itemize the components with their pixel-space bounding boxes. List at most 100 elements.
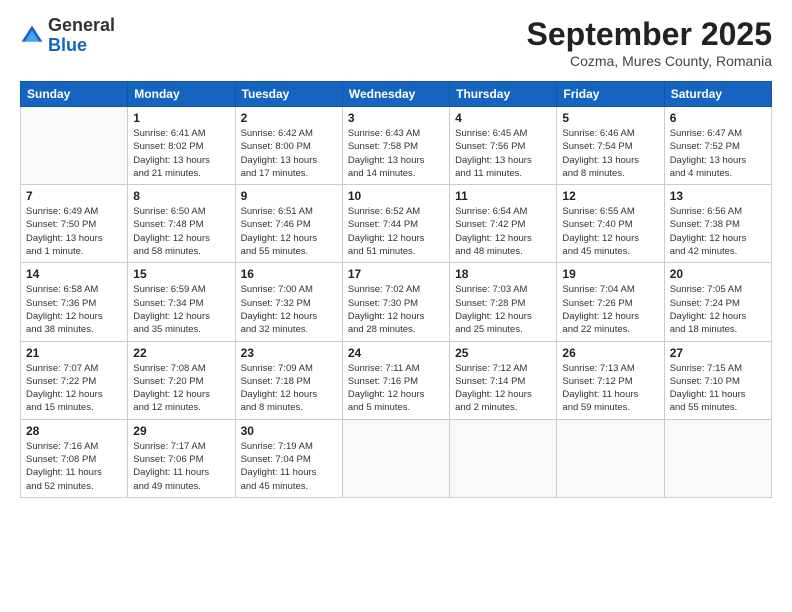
day-number: 10 <box>348 189 444 203</box>
col-tuesday: Tuesday <box>235 82 342 107</box>
day-info: Sunrise: 7:00 AM Sunset: 7:32 PM Dayligh… <box>241 283 337 336</box>
day-info: Sunrise: 7:12 AM Sunset: 7:14 PM Dayligh… <box>455 362 551 415</box>
day-info: Sunrise: 7:11 AM Sunset: 7:16 PM Dayligh… <box>348 362 444 415</box>
table-row: 24 Sunrise: 7:11 AM Sunset: 7:16 PM Dayli… <box>342 341 449 419</box>
day-info: Sunrise: 6:42 AM Sunset: 8:00 PM Dayligh… <box>241 127 337 180</box>
title-area: September 2025 Cozma, Mures County, Roma… <box>527 16 772 69</box>
table-row: 6Sunrise: 6:47 AM Sunset: 7:52 PM Daylig… <box>664 107 771 185</box>
table-row: 8Sunrise: 6:50 AM Sunset: 7:48 PM Daylig… <box>128 185 235 263</box>
day-info: Sunrise: 6:41 AM Sunset: 8:02 PM Dayligh… <box>133 127 229 180</box>
day-number: 13 <box>670 189 766 203</box>
day-info: Sunrise: 7:19 AM Sunset: 7:04 PM Dayligh… <box>241 440 337 493</box>
calendar-week-2: 7 Sunrise: 6:49 AM Sunset: 7:50 PM Daylig… <box>21 185 772 263</box>
col-friday: Friday <box>557 82 664 107</box>
table-row <box>557 419 664 497</box>
day-number: 29 <box>133 424 229 438</box>
day-number: 25 <box>455 346 551 360</box>
col-wednesday: Wednesday <box>342 82 449 107</box>
table-row <box>21 107 128 185</box>
day-info: Sunrise: 7:17 AM Sunset: 7:06 PM Dayligh… <box>133 440 229 493</box>
table-row: 28 Sunrise: 7:16 AM Sunset: 7:08 PM Dayli… <box>21 419 128 497</box>
day-number: 27 <box>670 346 766 360</box>
table-row: 7 Sunrise: 6:49 AM Sunset: 7:50 PM Daylig… <box>21 185 128 263</box>
table-row <box>342 419 449 497</box>
logo-blue: Blue <box>48 35 87 55</box>
day-number: 5 <box>562 111 658 125</box>
table-row <box>450 419 557 497</box>
day-info: Sunrise: 6:51 AM Sunset: 7:46 PM Dayligh… <box>241 205 337 258</box>
col-thursday: Thursday <box>450 82 557 107</box>
table-row: 22 Sunrise: 7:08 AM Sunset: 7:20 PM Dayli… <box>128 341 235 419</box>
calendar-week-5: 28 Sunrise: 7:16 AM Sunset: 7:08 PM Dayli… <box>21 419 772 497</box>
day-number: 22 <box>133 346 229 360</box>
day-info: Sunrise: 6:52 AM Sunset: 7:44 PM Dayligh… <box>348 205 444 258</box>
day-number: 2 <box>241 111 337 125</box>
table-row: 10 Sunrise: 6:52 AM Sunset: 7:44 PM Dayli… <box>342 185 449 263</box>
table-row: 14 Sunrise: 6:58 AM Sunset: 7:36 PM Dayli… <box>21 263 128 341</box>
day-number: 28 <box>26 424 122 438</box>
day-number: 15 <box>133 267 229 281</box>
day-info: Sunrise: 6:43 AM Sunset: 7:58 PM Dayligh… <box>348 127 444 180</box>
day-info: Sunrise: 6:59 AM Sunset: 7:34 PM Dayligh… <box>133 283 229 336</box>
day-info: Sunrise: 6:56 AM Sunset: 7:38 PM Dayligh… <box>670 205 766 258</box>
calendar-week-4: 21Sunrise: 7:07 AM Sunset: 7:22 PM Dayli… <box>21 341 772 419</box>
day-info: Sunrise: 7:16 AM Sunset: 7:08 PM Dayligh… <box>26 440 122 493</box>
day-info: Sunrise: 7:05 AM Sunset: 7:24 PM Dayligh… <box>670 283 766 336</box>
day-number: 14 <box>26 267 122 281</box>
day-info: Sunrise: 7:13 AM Sunset: 7:12 PM Dayligh… <box>562 362 658 415</box>
day-number: 26 <box>562 346 658 360</box>
table-row: 12 Sunrise: 6:55 AM Sunset: 7:40 PM Dayli… <box>557 185 664 263</box>
table-row: 9 Sunrise: 6:51 AM Sunset: 7:46 PM Daylig… <box>235 185 342 263</box>
day-info: Sunrise: 6:55 AM Sunset: 7:40 PM Dayligh… <box>562 205 658 258</box>
day-number: 18 <box>455 267 551 281</box>
day-number: 16 <box>241 267 337 281</box>
day-number: 21 <box>26 346 122 360</box>
table-row: 26 Sunrise: 7:13 AM Sunset: 7:12 PM Dayli… <box>557 341 664 419</box>
day-number: 30 <box>241 424 337 438</box>
table-row: 30 Sunrise: 7:19 AM Sunset: 7:04 PM Dayli… <box>235 419 342 497</box>
table-row: 13 Sunrise: 6:56 AM Sunset: 7:38 PM Dayli… <box>664 185 771 263</box>
day-number: 4 <box>455 111 551 125</box>
logo: General Blue <box>20 16 115 56</box>
day-number: 7 <box>26 189 122 203</box>
day-number: 19 <box>562 267 658 281</box>
table-row <box>664 419 771 497</box>
day-info: Sunrise: 6:54 AM Sunset: 7:42 PM Dayligh… <box>455 205 551 258</box>
day-info: Sunrise: 6:49 AM Sunset: 7:50 PM Dayligh… <box>26 205 122 258</box>
table-row: 11 Sunrise: 6:54 AM Sunset: 7:42 PM Dayli… <box>450 185 557 263</box>
day-info: Sunrise: 6:58 AM Sunset: 7:36 PM Dayligh… <box>26 283 122 336</box>
table-row: 23 Sunrise: 7:09 AM Sunset: 7:18 PM Dayli… <box>235 341 342 419</box>
day-info: Sunrise: 7:02 AM Sunset: 7:30 PM Dayligh… <box>348 283 444 336</box>
page: General Blue September 2025 Cozma, Mures… <box>0 0 792 612</box>
col-saturday: Saturday <box>664 82 771 107</box>
table-row: 17 Sunrise: 7:02 AM Sunset: 7:30 PM Dayli… <box>342 263 449 341</box>
day-info: Sunrise: 7:03 AM Sunset: 7:28 PM Dayligh… <box>455 283 551 336</box>
location-subtitle: Cozma, Mures County, Romania <box>527 53 772 69</box>
day-info: Sunrise: 6:46 AM Sunset: 7:54 PM Dayligh… <box>562 127 658 180</box>
day-number: 20 <box>670 267 766 281</box>
day-number: 11 <box>455 189 551 203</box>
day-info: Sunrise: 7:15 AM Sunset: 7:10 PM Dayligh… <box>670 362 766 415</box>
table-row: 27 Sunrise: 7:15 AM Sunset: 7:10 PM Dayli… <box>664 341 771 419</box>
header: General Blue September 2025 Cozma, Mures… <box>20 16 772 69</box>
table-row: 29 Sunrise: 7:17 AM Sunset: 7:06 PM Dayli… <box>128 419 235 497</box>
day-number: 12 <box>562 189 658 203</box>
day-info: Sunrise: 7:04 AM Sunset: 7:26 PM Dayligh… <box>562 283 658 336</box>
table-row: 19 Sunrise: 7:04 AM Sunset: 7:26 PM Dayli… <box>557 263 664 341</box>
logo-icon <box>20 24 44 48</box>
day-number: 23 <box>241 346 337 360</box>
table-row: 4Sunrise: 6:45 AM Sunset: 7:56 PM Daylig… <box>450 107 557 185</box>
day-number: 3 <box>348 111 444 125</box>
calendar: Sunday Monday Tuesday Wednesday Thursday… <box>20 81 772 498</box>
day-number: 9 <box>241 189 337 203</box>
table-row: 5 Sunrise: 6:46 AM Sunset: 7:54 PM Daylig… <box>557 107 664 185</box>
day-number: 1 <box>133 111 229 125</box>
day-number: 24 <box>348 346 444 360</box>
day-number: 6 <box>670 111 766 125</box>
day-info: Sunrise: 7:08 AM Sunset: 7:20 PM Dayligh… <box>133 362 229 415</box>
calendar-header-row: Sunday Monday Tuesday Wednesday Thursday… <box>21 82 772 107</box>
day-number: 17 <box>348 267 444 281</box>
calendar-week-1: 1 Sunrise: 6:41 AM Sunset: 8:02 PM Daylig… <box>21 107 772 185</box>
logo-general: General <box>48 15 115 35</box>
day-info: Sunrise: 7:09 AM Sunset: 7:18 PM Dayligh… <box>241 362 337 415</box>
